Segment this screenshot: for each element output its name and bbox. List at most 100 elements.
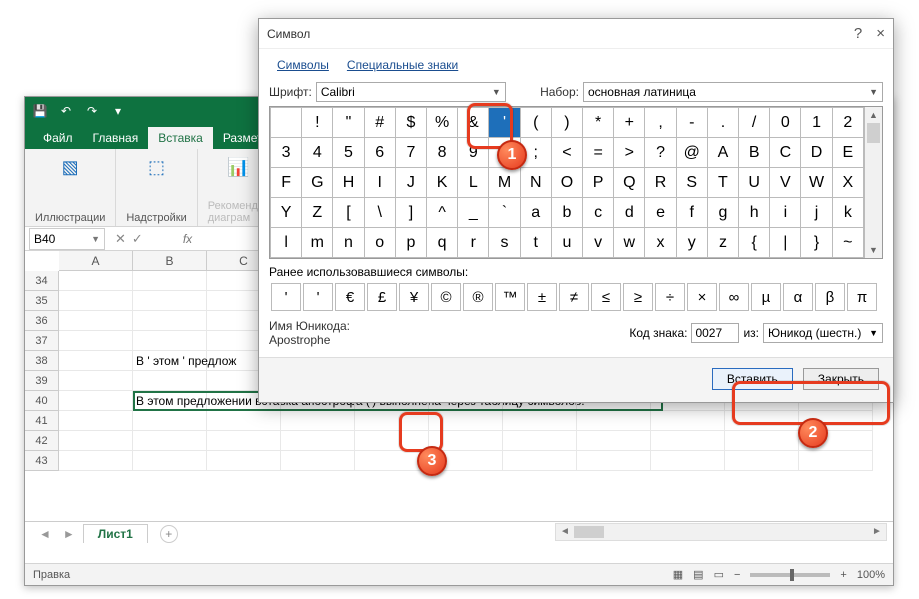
- char-cell[interactable]: .: [707, 108, 738, 138]
- cell[interactable]: [59, 371, 133, 391]
- zoom-in-icon[interactable]: +: [840, 569, 846, 581]
- recent-char[interactable]: ∞: [719, 283, 749, 311]
- char-cell[interactable]: #: [364, 108, 395, 138]
- cell[interactable]: [133, 311, 207, 331]
- char-cell[interactable]: B: [739, 138, 770, 168]
- cell[interactable]: [651, 451, 725, 471]
- cell[interactable]: [503, 431, 577, 451]
- char-cell[interactable]: }: [801, 228, 832, 258]
- cell[interactable]: [133, 331, 207, 351]
- char-cell[interactable]: s: [489, 228, 520, 258]
- char-cell[interactable]: Y: [271, 198, 302, 228]
- cell[interactable]: [59, 451, 133, 471]
- row-header[interactable]: 34: [25, 271, 58, 291]
- char-cell[interactable]: o: [364, 228, 395, 258]
- char-cell[interactable]: |: [770, 228, 801, 258]
- char-cell[interactable]: G: [302, 168, 333, 198]
- name-box[interactable]: B40▼: [29, 228, 105, 250]
- char-cell[interactable]: \: [364, 198, 395, 228]
- insert-button[interactable]: Вставить: [712, 368, 793, 390]
- char-cell[interactable]: V: [770, 168, 801, 198]
- row-header[interactable]: 43: [25, 451, 58, 471]
- add-sheet-button[interactable]: +: [160, 525, 178, 543]
- char-cell[interactable]: ?: [645, 138, 676, 168]
- char-cell[interactable]: 8: [427, 138, 458, 168]
- char-cell[interactable]: /: [739, 108, 770, 138]
- char-cell[interactable]: I: [364, 168, 395, 198]
- char-cell[interactable]: v: [583, 228, 614, 258]
- save-icon[interactable]: 💾: [31, 102, 49, 120]
- char-cell[interactable]: 2: [832, 108, 863, 138]
- recent-char[interactable]: ¥: [399, 283, 429, 311]
- char-cell[interactable]: m: [302, 228, 333, 258]
- char-cell[interactable]: 9: [458, 138, 489, 168]
- char-cell[interactable]: {: [739, 228, 770, 258]
- char-cell[interactable]: 4: [302, 138, 333, 168]
- char-cell[interactable]: Z: [302, 198, 333, 228]
- char-cell[interactable]: !: [302, 108, 333, 138]
- zoom-value[interactable]: 100%: [857, 569, 885, 581]
- char-cell[interactable]: ]: [395, 198, 426, 228]
- char-cell[interactable]: u: [551, 228, 582, 258]
- char-cell[interactable]: >: [614, 138, 645, 168]
- cell[interactable]: [651, 431, 725, 451]
- font-select[interactable]: Calibri ▼: [316, 82, 506, 102]
- char-cell[interactable]: $: [395, 108, 426, 138]
- sheet-nav-next[interactable]: ►: [59, 527, 79, 541]
- cell[interactable]: [133, 411, 207, 431]
- char-cell[interactable]: 1: [801, 108, 832, 138]
- char-cell[interactable]: D: [801, 138, 832, 168]
- zoom-out-icon[interactable]: −: [734, 569, 740, 581]
- grid-scrollbar[interactable]: ▲ ▼: [864, 107, 882, 258]
- cell[interactable]: В ' этом ' предлож: [133, 351, 207, 371]
- char-cell[interactable]: f: [676, 198, 707, 228]
- char-cell[interactable]: @: [676, 138, 707, 168]
- row-header[interactable]: 35: [25, 291, 58, 311]
- char-cell[interactable]: K: [427, 168, 458, 198]
- recent-char[interactable]: µ: [751, 283, 781, 311]
- char-cell[interactable]: z: [707, 228, 738, 258]
- cell[interactable]: [133, 431, 207, 451]
- char-cell[interactable]: E: [832, 138, 863, 168]
- recent-char[interactable]: ≥: [623, 283, 653, 311]
- ribbon-group-addins[interactable]: ⬚ Надстройки: [116, 149, 197, 226]
- cell[interactable]: [799, 451, 873, 471]
- cell[interactable]: [133, 271, 207, 291]
- scroll-down-icon[interactable]: ▼: [865, 242, 882, 258]
- char-cell[interactable]: -: [676, 108, 707, 138]
- char-cell[interactable]: l: [271, 228, 302, 258]
- undo-icon[interactable]: ↶: [57, 102, 75, 120]
- cell[interactable]: [281, 411, 355, 431]
- cell[interactable]: [503, 411, 577, 431]
- char-cell[interactable]: 6: [364, 138, 395, 168]
- recent-char[interactable]: ≤: [591, 283, 621, 311]
- horizontal-scrollbar[interactable]: ◄ ►: [555, 523, 887, 541]
- scroll-left-icon[interactable]: ◄: [556, 524, 574, 540]
- cell[interactable]: [355, 411, 429, 431]
- sheet-nav-prev[interactable]: ◄: [35, 527, 55, 541]
- tab-symbols[interactable]: Символы: [269, 55, 337, 76]
- char-code-input[interactable]: [691, 323, 739, 343]
- dialog-titlebar[interactable]: Символ ? ×: [259, 19, 893, 49]
- cell[interactable]: [207, 431, 281, 451]
- char-cell[interactable]: F: [271, 168, 302, 198]
- cell[interactable]: В этом предложении вставка апострофа (')…: [133, 391, 207, 411]
- char-cell[interactable]: q: [427, 228, 458, 258]
- char-cell[interactable]: 3: [271, 138, 302, 168]
- scroll-right-icon[interactable]: ►: [868, 524, 886, 540]
- char-cell[interactable]: L: [458, 168, 489, 198]
- char-cell[interactable]: j: [801, 198, 832, 228]
- from-select[interactable]: Юникод (шестн.) ▼: [763, 323, 883, 343]
- recent-char[interactable]: β: [815, 283, 845, 311]
- sheet-tab-1[interactable]: Лист1: [83, 524, 148, 543]
- char-cell[interactable]: X: [832, 168, 863, 198]
- char-cell[interactable]: g: [707, 198, 738, 228]
- scroll-thumb[interactable]: [867, 123, 880, 143]
- char-cell[interactable]: M: [489, 168, 520, 198]
- char-cell[interactable]: ): [551, 108, 582, 138]
- close-button[interactable]: Закрыть: [803, 368, 879, 390]
- recent-char[interactable]: ÷: [655, 283, 685, 311]
- cell[interactable]: [577, 431, 651, 451]
- cell[interactable]: [133, 451, 207, 471]
- cell[interactable]: [207, 451, 281, 471]
